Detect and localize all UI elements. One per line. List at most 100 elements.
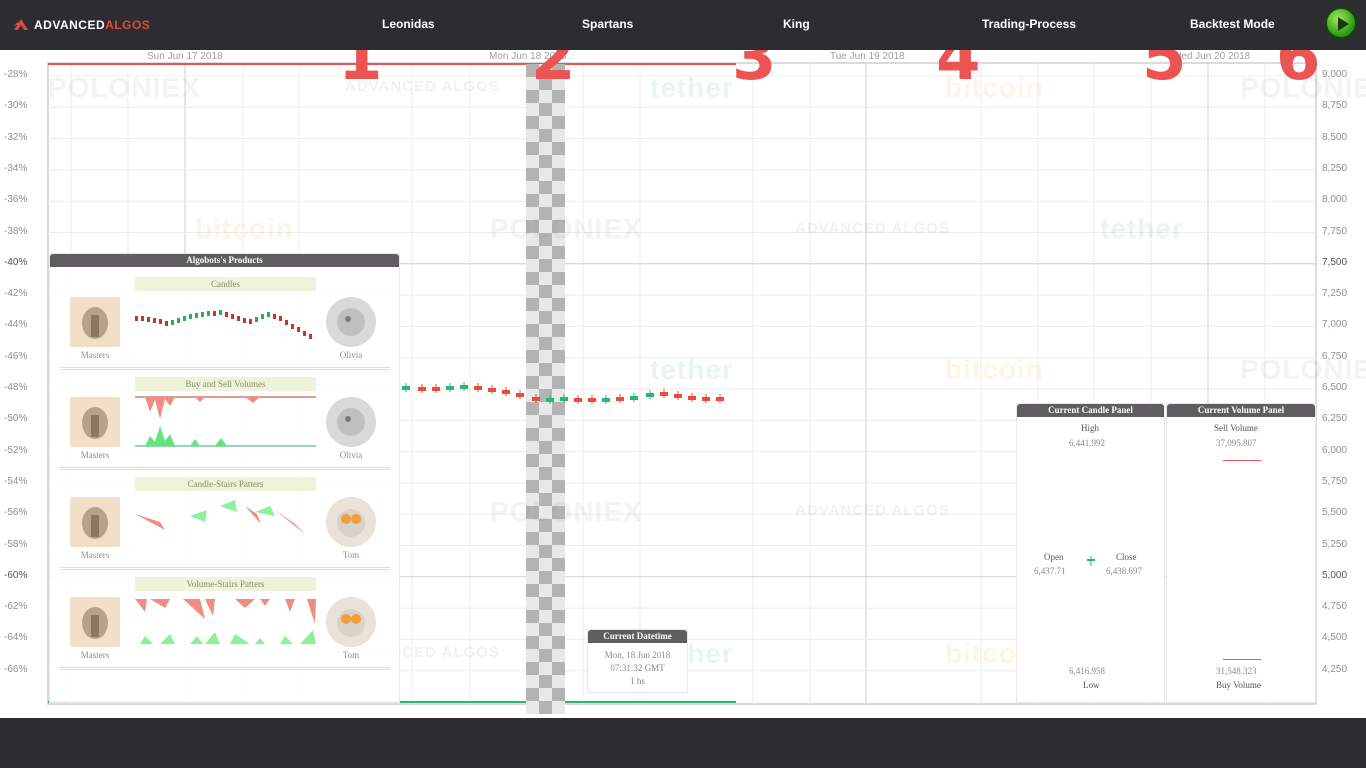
y-axis-left-tick: -44%	[4, 319, 28, 331]
y-axis-right-tick: 7,500	[1322, 256, 1348, 268]
masters-helmet-icon	[82, 607, 108, 639]
watermark-poloniex: POLONIEX	[490, 213, 643, 244]
product-separator	[60, 567, 390, 570]
tab-number-5: 5	[1142, 50, 1187, 95]
sell-volume-value: 37,095.807	[1216, 438, 1257, 448]
candles-thumbnail	[135, 310, 312, 339]
masters-helmet-icon	[82, 407, 108, 439]
y-axis-left-tick: -56%	[4, 507, 28, 519]
watermark-bitcoin: bitcoin	[945, 354, 1044, 385]
y-axis-right-tick: 8,500	[1322, 131, 1348, 143]
y-axis-right-tick: 4,500	[1322, 632, 1348, 644]
play-icon	[1338, 17, 1349, 31]
product-label-volumes: Buy and Sell Volumes	[135, 377, 316, 391]
y-axis-right-tick: 6,000	[1322, 444, 1348, 456]
tab-backtest-mode[interactable]: Backtest Mode	[1190, 17, 1275, 31]
tab-king[interactable]: King	[783, 17, 810, 31]
logo-text-left: ADVANCED	[34, 18, 106, 32]
datetime-panel-title: Current Datetime	[588, 630, 687, 643]
watermark-bitcoin: bitcoin	[195, 213, 294, 244]
advanced-algos-logo[interactable]: ADVANCEDALGOS	[12, 15, 150, 35]
low-value: 6,416.958	[1069, 666, 1105, 676]
watermark-tether: tether	[1100, 213, 1184, 244]
current-candle-icon	[1087, 556, 1095, 566]
tom-robot-icon	[337, 609, 365, 637]
tab-spartans[interactable]: Spartans	[582, 17, 633, 31]
open-value: 6,437.71	[1034, 566, 1066, 576]
y-axis-right-tick: 4,250	[1322, 663, 1348, 675]
product-label-volume-stairs: Volume-Stairs Patters	[135, 577, 316, 591]
product-separator	[60, 367, 390, 370]
avatar-masters[interactable]	[70, 297, 120, 347]
avatar-masters[interactable]	[70, 497, 120, 547]
avatar-masters[interactable]	[70, 597, 120, 647]
watermark-tether: tether	[650, 72, 734, 103]
product-right-name: Olivia	[339, 450, 363, 460]
y-axis-left-tick: -38%	[4, 225, 28, 237]
olivia-robot-icon	[337, 408, 365, 436]
chart-canvas[interactable]: POLONIEX ADVANCED ALGOS tether bitcoin P…	[0, 50, 1366, 718]
tab-number-3: 3	[732, 50, 777, 95]
tab-number-2: 2	[531, 50, 576, 95]
buy-volume-value: 31,548.323	[1216, 666, 1257, 676]
sell-volume-label: Sell Volume	[1214, 423, 1258, 433]
masters-helmet-icon	[82, 507, 108, 539]
tab-trading-process[interactable]: Trading-Process	[982, 17, 1076, 31]
tab-number-6: 6	[1276, 50, 1321, 95]
datetime-date: Mon, 18 Jun 2018	[604, 650, 671, 660]
y-axis-right-tick: 7,000	[1322, 319, 1348, 331]
products-panel[interactable]: Algobots's Products Candles Masters Oliv…	[49, 253, 400, 703]
volumes-thumbnail	[135, 396, 316, 447]
current-volume-panel[interactable]: Current Volume Panel Sell Volume 37,095.…	[1166, 403, 1316, 703]
watermark-advanced-algos: ADVANCED ALGOS	[795, 502, 950, 519]
watermark-poloniex: POLONIEX	[48, 72, 201, 103]
product-left-name: Masters	[80, 550, 110, 560]
product-label-candles: Candles	[135, 277, 316, 291]
y-axis-left-tick: -52%	[4, 444, 28, 456]
volume-panel-title: Current Volume Panel	[1167, 404, 1315, 417]
play-button[interactable]	[1325, 7, 1357, 39]
y-axis-right-tick: 4,750	[1322, 601, 1348, 613]
candle-stairs-thumbnail	[135, 500, 305, 534]
y-axis-left-tick: -36%	[4, 194, 28, 206]
y-axis-right-tick: 6,750	[1322, 350, 1348, 362]
product-right-name: Tom	[342, 650, 360, 660]
tab-number-1: 1	[338, 50, 383, 95]
avatar-tom[interactable]	[326, 597, 376, 647]
tab-leonidas[interactable]: Leonidas	[382, 17, 435, 31]
low-label: Low	[1083, 680, 1100, 690]
avatar-olivia[interactable]	[326, 397, 376, 447]
avatar-masters[interactable]	[70, 397, 120, 447]
y-axis-right-tick: 6,500	[1322, 382, 1348, 393]
y-axis-right-tick: 5,250	[1322, 538, 1348, 550]
sell-volume-bar	[1223, 460, 1261, 461]
product-separator	[60, 467, 390, 470]
watermark-advanced-algos: ADVANCED ALGOS	[795, 220, 950, 237]
product-left-name: Masters	[80, 450, 110, 460]
date-label: Tue Jun 19 2018	[830, 51, 905, 62]
bottom-bar	[0, 718, 1366, 768]
y-axis-right-tick: 7,750	[1322, 225, 1348, 237]
y-axis-left-tick: -64%	[4, 632, 28, 644]
avatar-olivia[interactable]	[326, 297, 376, 347]
watermark-poloniex: POLONIEX	[1240, 354, 1366, 385]
y-axis-left-tick: -60%	[4, 569, 28, 581]
current-candle-panel[interactable]: Current Candle Panel High 6,441.992 Open…	[1016, 403, 1165, 703]
current-datetime-panel[interactable]: Current Datetime Mon, 18 Jun 2018 07:31:…	[587, 629, 688, 693]
y-axis-left-tick: -28%	[4, 69, 28, 80]
product-separator	[60, 667, 390, 670]
high-label: High	[1081, 423, 1099, 433]
products-panel-title: Algobots's Products	[50, 254, 399, 267]
y-axis-left-tick: -34%	[4, 162, 28, 174]
product-left-name: Masters	[80, 350, 110, 360]
candle-panel-title: Current Candle Panel	[1017, 404, 1164, 417]
masters-helmet-icon	[82, 307, 108, 339]
y-axis-left-tick: -50%	[4, 413, 28, 425]
y-axis-right-tick: 8,750	[1322, 100, 1348, 112]
app: ADVANCEDALGOS Leonidas Spartans King Tra…	[0, 0, 1366, 768]
product-right-name: Olivia	[339, 350, 363, 360]
y-axis-left-tick: -42%	[4, 288, 28, 300]
watermark-tether: tether	[650, 354, 734, 385]
avatar-tom[interactable]	[326, 497, 376, 547]
y-axis-left-tick: -46%	[4, 350, 28, 362]
